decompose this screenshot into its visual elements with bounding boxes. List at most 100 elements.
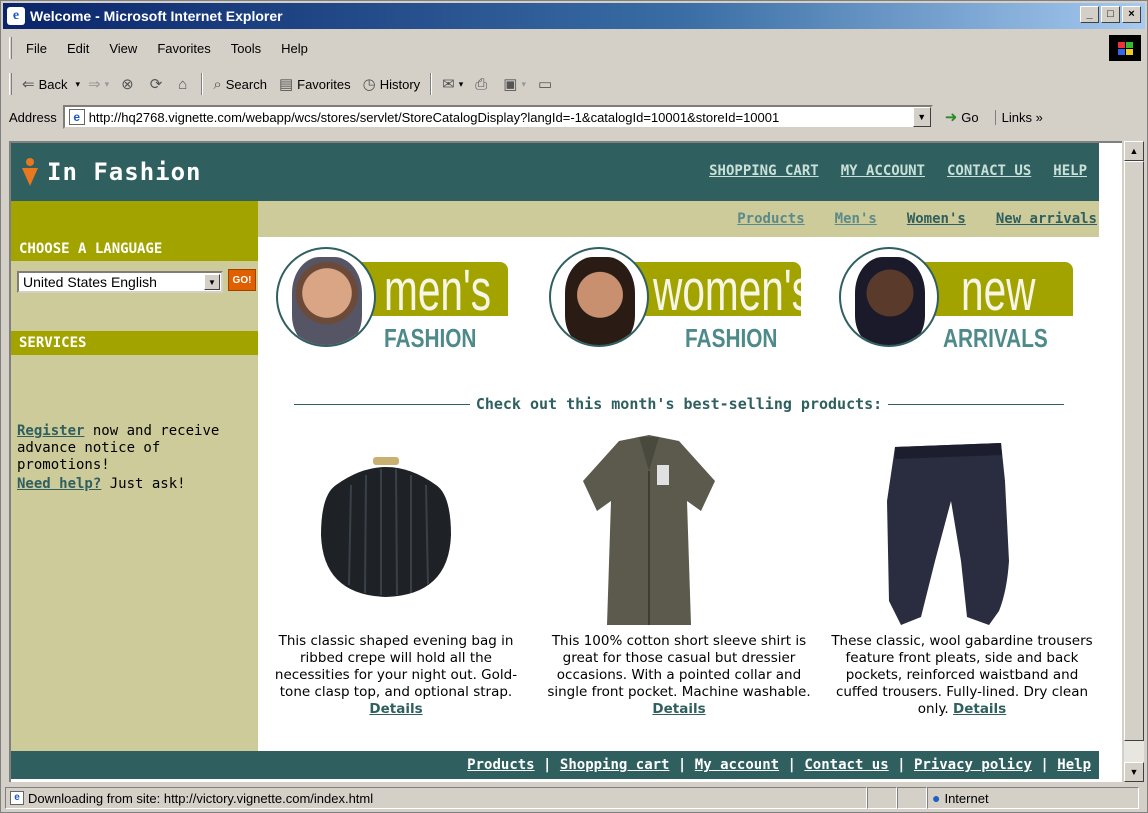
my-account-link[interactable]: MY ACCOUNT	[841, 163, 925, 179]
footer-help-link[interactable]: Help	[1057, 757, 1091, 773]
print-button[interactable]: ⎙	[469, 71, 497, 97]
product-card-bag: This classic shaped evening bag in ribbe…	[274, 633, 518, 717]
security-zone: ● Internet	[927, 787, 1139, 809]
shirt-image[interactable]	[579, 431, 719, 631]
back-arrow-icon: ⇐	[22, 76, 35, 93]
favorites-button[interactable]: ▤ Favorites	[273, 71, 357, 97]
product-card-shirt: This 100% cotton short sleeve shirt is g…	[547, 633, 811, 717]
print-icon: ⎙	[475, 75, 488, 93]
stop-icon: ⊗	[121, 76, 134, 93]
back-button[interactable]: ⇐ Back	[16, 71, 73, 97]
menu-file[interactable]: File	[16, 41, 57, 56]
search-button[interactable]: ⌕ Search	[207, 71, 273, 97]
forward-arrow-icon: ⇒	[88, 76, 101, 93]
title-bar: e Welcome - Microsoft Internet Explorer …	[3, 3, 1145, 29]
scroll-down-button[interactable]: ▼	[1124, 762, 1144, 782]
browser-window: e Welcome - Microsoft Internet Explorer …	[0, 0, 1148, 813]
site-logo[interactable]: In Fashion	[47, 158, 202, 186]
register-link[interactable]: Register	[17, 423, 84, 439]
address-input[interactable]: e http://hq2768.vignette.com/webapp/wcs/…	[62, 105, 933, 129]
sidebar: CHOOSE A LANGUAGE United States English …	[11, 201, 258, 751]
chevron-down-icon: ▼	[204, 274, 220, 290]
nav-womens[interactable]: Women's	[907, 211, 966, 227]
language-go-button[interactable]: GO!	[228, 269, 256, 291]
vertical-scrollbar[interactable]: ▲ ▼	[1124, 141, 1144, 782]
standard-toolbar: ⇐ Back ▾ ⇒ ▾ ⊗ ⟳ ⌂ ⌕ Search ▤ Favorites ◷ His…	[9, 69, 1139, 99]
footer-links: Products | Shopping cart | My account | …	[11, 751, 1099, 779]
stop-button[interactable]: ⊗	[115, 71, 144, 97]
details-link[interactable]: Details	[652, 701, 705, 717]
footer-my-account-link[interactable]: My account	[695, 757, 779, 773]
address-bar: Address e http://hq2768.vignette.com/web…	[9, 103, 1147, 131]
close-button[interactable]: ×	[1122, 6, 1141, 23]
scroll-thumb[interactable]	[1124, 161, 1144, 741]
mens-model-image	[276, 247, 376, 347]
details-link[interactable]: Details	[369, 701, 422, 717]
links-button[interactable]: Links »	[994, 109, 1043, 125]
menu-favorites[interactable]: Favorites	[147, 41, 220, 56]
footer-contact-us-link[interactable]: Contact us	[804, 757, 888, 773]
category-nav: Products Men's Women's New arrivals	[258, 201, 1099, 237]
maximize-button[interactable]: □	[1101, 6, 1120, 23]
toolbar-grip	[9, 37, 12, 59]
scroll-up-button[interactable]: ▲	[1124, 141, 1144, 161]
mail-button[interactable]: ✉ ▾	[436, 71, 469, 97]
help-link[interactable]: HELP	[1053, 163, 1087, 179]
mail-icon: ✉	[442, 76, 455, 93]
history-icon: ◷	[362, 76, 376, 93]
edit-button[interactable]: ▣ ▾	[497, 71, 532, 97]
services-heading: SERVICES	[11, 331, 258, 355]
address-label: Address	[9, 109, 57, 125]
search-icon: ⌕	[213, 75, 222, 93]
minimize-button[interactable]: _	[1080, 6, 1099, 23]
status-bar: e Downloading from site: http://victory.…	[5, 786, 1145, 810]
footer-shopping-cart-link[interactable]: Shopping cart	[560, 757, 670, 773]
contact-us-link[interactable]: CONTACT US	[947, 163, 1031, 179]
menu-view[interactable]: View	[99, 41, 147, 56]
menu-help[interactable]: Help	[271, 41, 318, 56]
language-heading: CHOOSE A LANGUAGE	[11, 201, 258, 261]
refresh-icon: ⟳	[149, 76, 163, 93]
new-arrivals-banner[interactable]: new ARRIVALS	[839, 247, 1079, 357]
go-button[interactable]: ➜ Go	[945, 108, 979, 126]
windows-logo-icon	[1109, 35, 1141, 61]
details-link[interactable]: Details	[953, 701, 1006, 717]
footer-privacy-policy-link[interactable]: Privacy policy	[914, 757, 1032, 773]
globe-icon: ●	[932, 790, 941, 806]
evening-bag-image[interactable]	[311, 455, 461, 605]
discuss-button[interactable]: ▭	[532, 71, 562, 97]
status-text-cell: e Downloading from site: http://victory.…	[5, 787, 867, 809]
refresh-button[interactable]: ⟳	[144, 71, 173, 97]
history-button[interactable]: ◷ History	[357, 71, 427, 97]
back-dropdown-button[interactable]: ▾	[73, 71, 82, 97]
new-arrivals-model-image	[839, 247, 939, 347]
need-help-link[interactable]: Need help?	[17, 476, 101, 492]
home-icon: ⌂	[178, 75, 188, 93]
best-selling-heading: Check out this month's best-selling prod…	[294, 395, 1065, 413]
nav-new-arrivals[interactable]: New arrivals	[996, 211, 1097, 227]
forward-button[interactable]: ⇒ ▾	[82, 71, 115, 97]
language-select[interactable]: United States English ▼	[17, 271, 223, 293]
edit-icon: ▣	[503, 76, 518, 93]
womens-model-image	[549, 247, 649, 347]
favorites-icon: ▤	[278, 76, 294, 93]
trousers-image[interactable]	[881, 441, 1011, 631]
home-button[interactable]: ⌂	[172, 71, 197, 97]
page-viewport: In Fashion SHOPPING CART MY ACCOUNT CONT…	[9, 141, 1122, 782]
services-text: Register now and receive advance notice …	[17, 423, 220, 492]
address-dropdown-button[interactable]: ▼	[912, 107, 931, 127]
shopping-cart-link[interactable]: SHOPPING CART	[709, 163, 819, 179]
go-arrow-icon: ➜	[944, 109, 958, 126]
footer-products-link[interactable]: Products	[467, 757, 534, 773]
womens-fashion-banner[interactable]: women's FASHION	[549, 247, 812, 357]
nav-mens[interactable]: Men's	[835, 211, 877, 227]
discuss-icon: ▭	[538, 76, 553, 93]
nav-products[interactable]: Products	[737, 211, 804, 227]
window-title: Welcome - Microsoft Internet Explorer	[30, 8, 283, 24]
logo-mark-icon	[22, 158, 38, 186]
ie-logo-icon: e	[7, 7, 25, 25]
menu-tools[interactable]: Tools	[221, 41, 271, 56]
toolbar-grip	[9, 73, 12, 95]
mens-fashion-banner[interactable]: men's FASHION	[276, 247, 511, 357]
menu-edit[interactable]: Edit	[57, 41, 99, 56]
